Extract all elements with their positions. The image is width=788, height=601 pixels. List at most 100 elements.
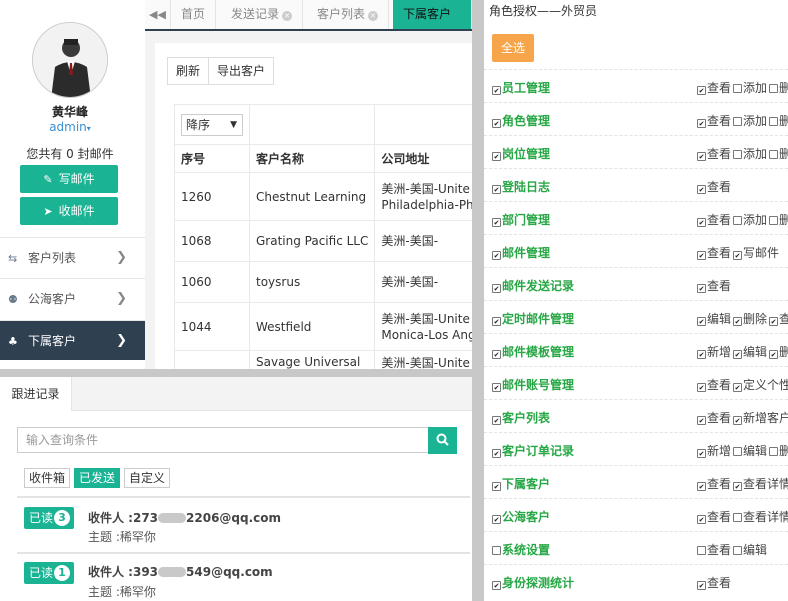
search-button[interactable] bbox=[428, 427, 457, 454]
checkbox-unchecked-icon[interactable] bbox=[769, 447, 779, 456]
user-role-dropdown[interactable]: admin▾ bbox=[0, 120, 140, 134]
table-row[interactable]: 1060 toysrus 美洲-美国- bbox=[174, 261, 472, 303]
permission-checkbox[interactable]: 查看详情 bbox=[733, 477, 788, 491]
permission-checkbox[interactable]: 删 bbox=[769, 213, 788, 227]
checkbox-checked-icon[interactable] bbox=[697, 581, 706, 590]
module-checkbox[interactable]: 角色管理 bbox=[492, 112, 550, 129]
module-checkbox[interactable]: 部门管理 bbox=[492, 211, 550, 228]
checkbox-checked-icon[interactable] bbox=[733, 251, 743, 260]
checkbox-checked-icon[interactable] bbox=[697, 350, 706, 359]
checkbox-checked-icon[interactable] bbox=[697, 416, 706, 425]
module-checkbox[interactable]: 邮件模板管理 bbox=[492, 343, 574, 360]
checkbox-checked-icon[interactable] bbox=[492, 515, 501, 524]
checkbox-checked-icon[interactable] bbox=[492, 284, 501, 293]
search-input[interactable]: 输入查询条件 bbox=[17, 427, 429, 453]
checkbox-unchecked-icon[interactable] bbox=[492, 546, 501, 555]
checkbox-checked-icon[interactable] bbox=[492, 152, 501, 161]
module-checkbox[interactable]: 系统设置 bbox=[492, 541, 550, 558]
tab-follow-records[interactable]: 跟进记录 bbox=[0, 377, 72, 411]
close-icon[interactable]: ✕ bbox=[282, 11, 293, 21]
checkbox-checked-icon[interactable] bbox=[492, 383, 501, 392]
permission-checkbox[interactable]: 查看 bbox=[697, 378, 731, 392]
permission-checkbox[interactable]: 新增客户 bbox=[733, 411, 788, 425]
module-checkbox[interactable]: 登陆日志 bbox=[492, 178, 550, 195]
checkbox-checked-icon[interactable] bbox=[697, 86, 706, 95]
checkbox-unchecked-icon[interactable] bbox=[733, 216, 743, 225]
table-row[interactable]: 1068 Grating Pacific LLC 美洲-美国- bbox=[174, 220, 472, 262]
permission-checkbox[interactable]: 查看详情 bbox=[733, 510, 788, 524]
checkbox-checked-icon[interactable] bbox=[733, 383, 743, 392]
permission-checkbox[interactable]: 查看 bbox=[697, 411, 731, 425]
module-checkbox[interactable]: 邮件账号管理 bbox=[492, 376, 574, 393]
checkbox-checked-icon[interactable] bbox=[492, 350, 501, 359]
nav-item-public-customers[interactable]: ⚉ 公海客户 ❯ bbox=[0, 278, 145, 318]
checkbox-checked-icon[interactable] bbox=[697, 317, 706, 326]
checkbox-checked-icon[interactable] bbox=[492, 317, 501, 326]
tab-home[interactable]: 首页 bbox=[171, 0, 217, 29]
column-header-id[interactable]: 序号 bbox=[174, 144, 250, 173]
permission-checkbox[interactable]: 删除 bbox=[733, 312, 767, 326]
checkbox-checked-icon[interactable] bbox=[697, 185, 706, 194]
select-all-button[interactable]: 全选 bbox=[492, 34, 534, 62]
module-checkbox[interactable]: 邮件发送记录 bbox=[492, 277, 574, 294]
checkbox-checked-icon[interactable] bbox=[769, 350, 779, 359]
filter-custom-button[interactable]: 自定义 bbox=[124, 468, 171, 488]
permission-checkbox[interactable]: 新增 bbox=[697, 444, 731, 458]
close-icon[interactable]: ✕ bbox=[368, 11, 379, 21]
checkbox-checked-icon[interactable] bbox=[697, 152, 706, 161]
permission-checkbox[interactable]: 删 bbox=[769, 147, 788, 161]
permission-checkbox[interactable]: 添加 bbox=[733, 213, 767, 227]
checkbox-unchecked-icon[interactable] bbox=[697, 546, 706, 555]
permission-checkbox[interactable]: 查看 bbox=[697, 279, 731, 293]
avatar[interactable] bbox=[32, 22, 108, 98]
receive-mail-button[interactable]: ➤ 收邮件 bbox=[20, 197, 118, 225]
permission-checkbox[interactable]: 编辑 bbox=[733, 543, 767, 557]
module-checkbox[interactable]: 岗位管理 bbox=[492, 145, 550, 162]
filter-sent-button[interactable]: 已发送 bbox=[74, 468, 121, 488]
checkbox-checked-icon[interactable] bbox=[697, 284, 706, 293]
checkbox-checked-icon[interactable] bbox=[733, 416, 743, 425]
module-checkbox[interactable]: 邮件管理 bbox=[492, 244, 550, 261]
permission-checkbox[interactable]: 查看 bbox=[697, 510, 731, 524]
checkbox-unchecked-icon[interactable] bbox=[769, 216, 779, 225]
checkbox-checked-icon[interactable] bbox=[697, 383, 706, 392]
tab-scroll-left-button[interactable]: ◀◀ bbox=[145, 0, 171, 29]
permission-checkbox[interactable]: 查 bbox=[769, 312, 788, 326]
permission-checkbox[interactable]: 编辑 bbox=[697, 312, 731, 326]
checkbox-checked-icon[interactable] bbox=[697, 449, 706, 458]
permission-checkbox[interactable]: 查看 bbox=[697, 180, 731, 194]
checkbox-checked-icon[interactable] bbox=[733, 482, 743, 491]
checkbox-unchecked-icon[interactable] bbox=[733, 84, 743, 93]
checkbox-unchecked-icon[interactable] bbox=[733, 117, 743, 126]
permission-checkbox[interactable]: 添加 bbox=[733, 147, 767, 161]
recipient-line[interactable]: 收件人 :393 549@qq.com bbox=[88, 563, 273, 580]
checkbox-checked-icon[interactable] bbox=[769, 317, 779, 326]
permission-checkbox[interactable]: 删 bbox=[769, 114, 788, 128]
module-checkbox[interactable]: 员工管理 bbox=[492, 79, 550, 96]
checkbox-checked-icon[interactable] bbox=[492, 185, 501, 194]
module-checkbox[interactable]: 身份探测统计 bbox=[492, 574, 574, 591]
column-header-name[interactable]: 客户名称 bbox=[248, 144, 376, 173]
tab-subordinate-customers[interactable]: 下属客户 bbox=[393, 0, 472, 29]
checkbox-unchecked-icon[interactable] bbox=[733, 447, 743, 456]
checkbox-checked-icon[interactable] bbox=[733, 317, 743, 326]
export-customers-button[interactable]: 导出客户 bbox=[209, 58, 273, 84]
permission-checkbox[interactable]: 添加 bbox=[733, 81, 767, 95]
checkbox-unchecked-icon[interactable] bbox=[769, 117, 779, 126]
permission-checkbox[interactable]: 删 bbox=[769, 444, 788, 458]
checkbox-checked-icon[interactable] bbox=[697, 218, 706, 227]
permission-checkbox[interactable]: 查看 bbox=[697, 213, 731, 227]
module-checkbox[interactable]: 客户订单记录 bbox=[492, 442, 574, 459]
permission-checkbox[interactable]: 查看 bbox=[697, 246, 731, 260]
module-checkbox[interactable]: 下属客户 bbox=[492, 475, 550, 492]
refresh-button[interactable]: 刷新 bbox=[168, 58, 210, 84]
checkbox-unchecked-icon[interactable] bbox=[733, 150, 743, 159]
module-checkbox[interactable]: 公海客户 bbox=[492, 508, 550, 525]
checkbox-unchecked-icon[interactable] bbox=[769, 84, 779, 93]
permission-checkbox[interactable]: 查看 bbox=[697, 81, 731, 95]
checkbox-checked-icon[interactable] bbox=[492, 449, 501, 458]
checkbox-checked-icon[interactable] bbox=[492, 86, 501, 95]
checkbox-unchecked-icon[interactable] bbox=[733, 513, 743, 522]
checkbox-checked-icon[interactable] bbox=[697, 482, 706, 491]
permission-checkbox[interactable]: 查看 bbox=[697, 114, 731, 128]
